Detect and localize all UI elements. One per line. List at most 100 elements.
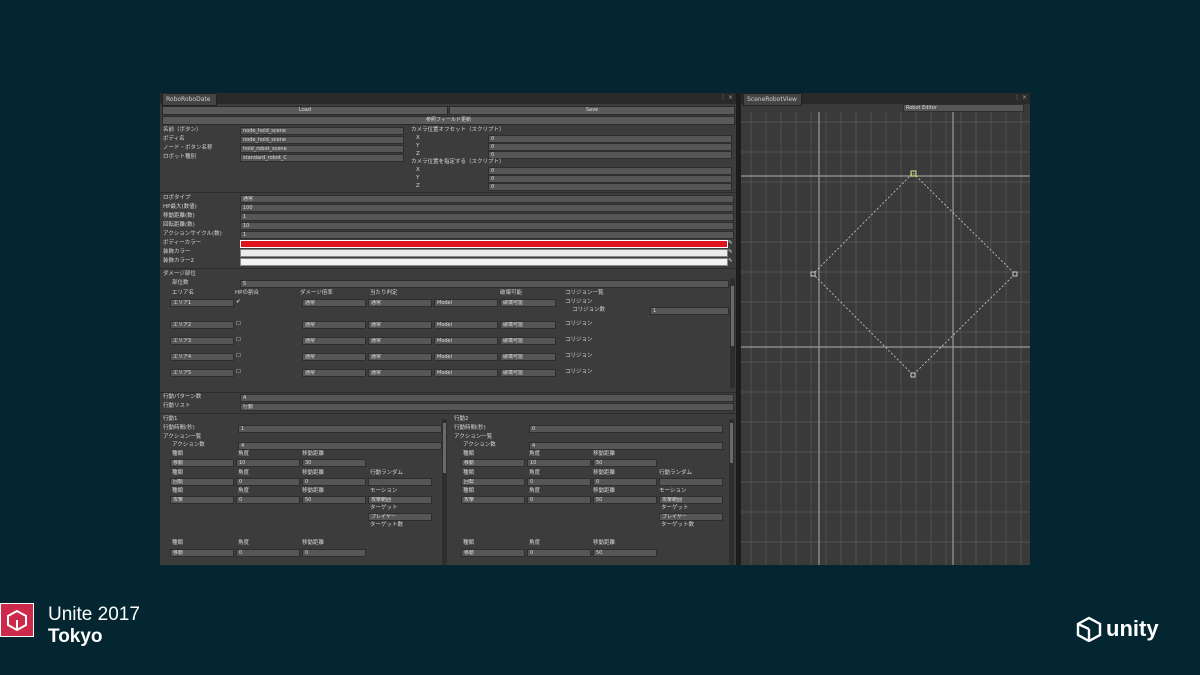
hit-object-field[interactable]: Model: [434, 369, 498, 377]
checkbox[interactable]: ☐: [236, 352, 241, 360]
load-button[interactable]: Load: [162, 106, 448, 115]
action-type-select[interactable]: 攻撃: [170, 496, 234, 504]
action-value-field[interactable]: 0: [302, 549, 366, 557]
hit-object-field[interactable]: Model: [434, 353, 498, 361]
action-value-field[interactable]: 50: [593, 496, 657, 504]
checkbox[interactable]: ☐: [236, 368, 241, 376]
multiplier-select[interactable]: 通常: [368, 369, 432, 377]
action-value-field[interactable]: 0: [593, 478, 657, 486]
action-value-field[interactable]: 0: [302, 478, 366, 486]
robot-editor-toggle[interactable]: Robot Editor: [903, 104, 1024, 112]
eyedropper-icon[interactable]: ✎: [728, 248, 733, 256]
accent-color2-swatch[interactable]: [240, 258, 728, 266]
hp-select[interactable]: 通常: [302, 353, 366, 361]
window-menu-icon[interactable]: ⋮ ×: [1014, 94, 1027, 101]
action-value-field[interactable]: 10: [236, 459, 300, 467]
eyedropper-icon[interactable]: ✎: [728, 257, 733, 265]
save-button[interactable]: Save: [449, 106, 735, 115]
target-select[interactable]: プレイヤー: [368, 513, 432, 521]
param-field[interactable]: 1: [240, 231, 734, 239]
collision-label[interactable]: コリジョン: [565, 320, 593, 328]
action-value-field[interactable]: 50: [593, 549, 657, 557]
part-name-field[interactable]: エリア3: [170, 337, 234, 345]
action-value-field[interactable]: 0: [527, 549, 591, 557]
accent-color-swatch[interactable]: [240, 249, 728, 257]
action-type-select[interactable]: 移動: [170, 459, 234, 467]
collision-count-field[interactable]: 1: [650, 307, 729, 315]
hp-select[interactable]: 通常: [302, 369, 366, 377]
parts-size-field[interactable]: 5: [240, 280, 729, 288]
action-value-field[interactable]: 0: [236, 478, 300, 486]
multiplier-select[interactable]: 通常: [368, 353, 432, 361]
count-field[interactable]: 4: [238, 442, 442, 450]
collision-label[interactable]: コリジョン: [565, 336, 593, 344]
eyedropper-icon[interactable]: ✎: [728, 239, 733, 247]
hit-object-field[interactable]: Model: [434, 337, 498, 345]
action-value-field[interactable]: 0: [236, 496, 300, 504]
break-field[interactable]: 破壊可能: [500, 321, 556, 329]
action-value-field[interactable]: 0: [236, 549, 300, 557]
param-field[interactable]: 100: [240, 204, 734, 212]
part-name-field[interactable]: エリア4: [170, 353, 234, 361]
right-panel-scrollbar[interactable]: [729, 419, 734, 565]
tab-robodate[interactable]: RoboRoboDate: [162, 93, 217, 106]
header-field[interactable]: node_hold_scene: [240, 127, 404, 135]
action-type-select[interactable]: 攻撃: [461, 496, 525, 504]
collision-label[interactable]: コリジョン: [565, 298, 593, 306]
random-field[interactable]: [659, 478, 723, 486]
part-name-field[interactable]: エリア5: [170, 369, 234, 377]
tab-scene-robot-view[interactable]: SceneRobotView: [743, 93, 802, 106]
header-field[interactable]: standard_robot_C: [240, 154, 404, 162]
hp-select[interactable]: 通常: [302, 337, 366, 345]
action-value-field[interactable]: 50: [593, 459, 657, 467]
collision-label[interactable]: コリジョン: [565, 368, 593, 376]
action-type-select[interactable]: 移動: [461, 549, 525, 557]
check-icon[interactable]: ✔: [236, 298, 241, 306]
break-field[interactable]: 破壊可能: [500, 369, 556, 377]
multiplier-select[interactable]: 通常: [368, 321, 432, 329]
attack-select[interactable]: 攻撃範囲: [659, 496, 723, 504]
checkbox[interactable]: ☐: [236, 320, 241, 328]
panel-title[interactable]: 行動2: [454, 415, 469, 423]
action-value-field[interactable]: 0: [527, 496, 591, 504]
refresh-button[interactable]: 参照フィールド更新: [162, 116, 735, 125]
header-field[interactable]: node_hold_scene: [240, 136, 404, 144]
action-type-select[interactable]: 移動: [461, 459, 525, 467]
action-list-select[interactable]: 行動: [240, 403, 734, 411]
action-type-select[interactable]: 回転: [170, 478, 234, 486]
collision-label[interactable]: コリジョン: [565, 352, 593, 360]
header-field[interactable]: hold_robot_scene: [240, 145, 404, 153]
break-field[interactable]: 破壊可能: [500, 353, 556, 361]
action-value-field[interactable]: 0: [527, 478, 591, 486]
body-color-swatch[interactable]: [240, 240, 728, 248]
wait-field[interactable]: 1: [238, 425, 442, 433]
break-field[interactable]: 破壊可能: [500, 337, 556, 345]
multiplier-select[interactable]: 通常: [368, 337, 432, 345]
list-label[interactable]: アクション一覧: [454, 433, 492, 441]
random-field[interactable]: [368, 478, 432, 486]
robot-bounds-outline[interactable]: [741, 112, 1030, 565]
panel-title[interactable]: 行動1: [163, 415, 178, 423]
list-label[interactable]: アクション一覧: [163, 433, 201, 441]
wait-field[interactable]: 0: [529, 425, 723, 433]
window-menu-icon[interactable]: ⋮ ×: [720, 94, 733, 101]
count-field[interactable]: 4: [529, 442, 723, 450]
hit-object-field[interactable]: Model: [434, 321, 498, 329]
robot-type-select[interactable]: 通常: [240, 195, 734, 203]
target-select[interactable]: プレイヤー: [659, 513, 723, 521]
param-field[interactable]: 1: [240, 213, 734, 221]
left-panel-scrollbar[interactable]: [442, 419, 447, 565]
checkbox[interactable]: ☐: [236, 336, 241, 344]
camera-z-field[interactable]: 0: [488, 183, 732, 191]
hp-select[interactable]: 通常: [302, 321, 366, 329]
param-field[interactable]: 10: [240, 222, 734, 230]
section-title[interactable]: ダメージ部位: [163, 270, 196, 278]
action-value-field[interactable]: 10: [527, 459, 591, 467]
parts-scrollbar[interactable]: [730, 278, 735, 388]
action-value-field[interactable]: 50: [302, 496, 366, 504]
action-type-select[interactable]: 移動: [170, 549, 234, 557]
action-value-field[interactable]: 30: [302, 459, 366, 467]
attack-select[interactable]: 攻撃範囲: [368, 496, 432, 504]
pattern-count-field[interactable]: 4: [240, 394, 734, 402]
action-type-select[interactable]: 回転: [461, 478, 525, 486]
